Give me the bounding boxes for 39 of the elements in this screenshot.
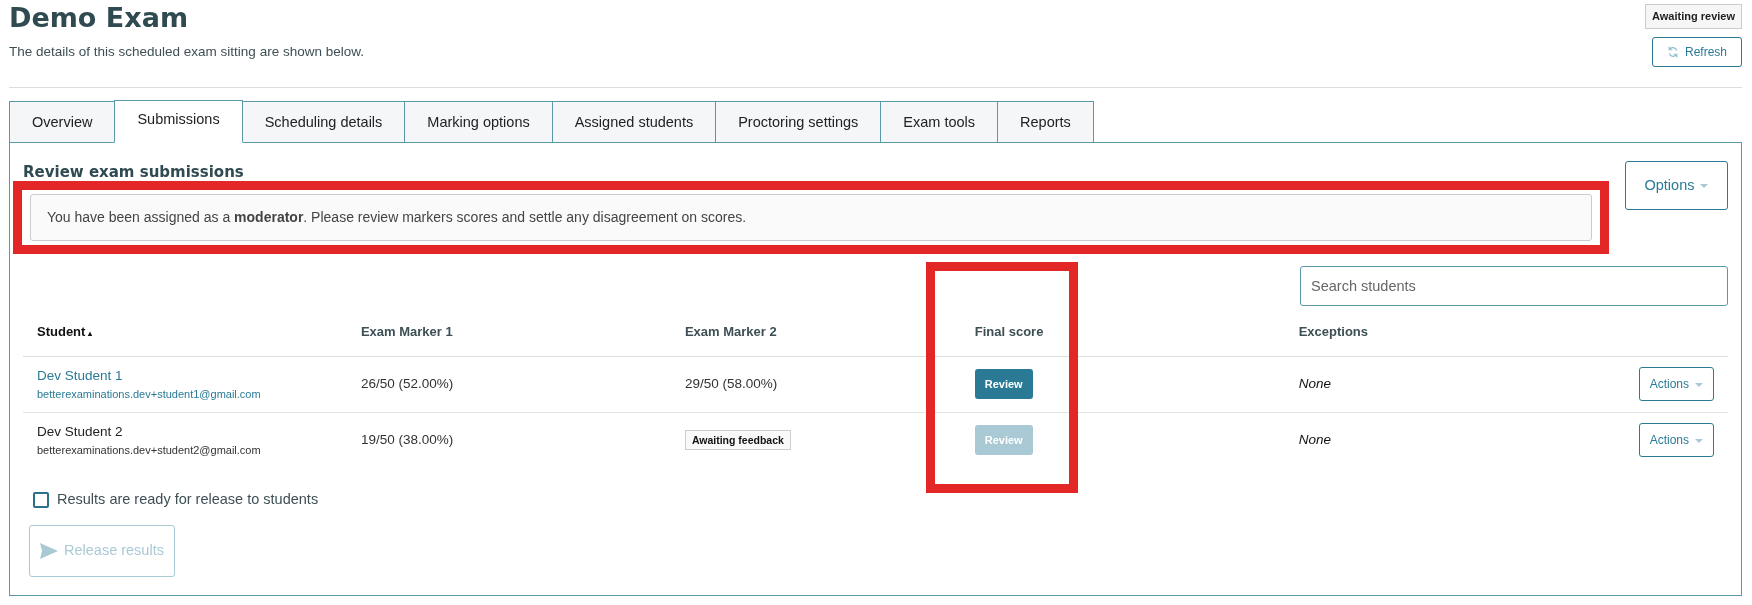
student-email: betterexaminations.dev+student2@gmail.com <box>37 442 262 458</box>
sort-icon: ▴ <box>88 329 93 339</box>
notice-message: You have been assigned as a moderator. Please review markers scores and settle any disagreement on scores. <box>30 194 1592 242</box>
tab[interactable]: Overview <box>9 100 116 143</box>
checkbox[interactable] <box>33 492 49 509</box>
status-badge: Awaiting review <box>1645 4 1742 29</box>
options-button[interactable]: Options <box>1625 161 1728 211</box>
refresh-icon <box>1666 45 1679 58</box>
actions-button[interactable]: Actions <box>1638 422 1714 457</box>
exceptions-text: None <box>1298 431 1331 447</box>
student-email: betterexaminations.dev+student1@gmail.com <box>37 387 262 402</box>
column-header[interactable]: Final score <box>974 324 1044 340</box>
exceptions-text: None <box>1298 376 1331 391</box>
tab[interactable]: Reports <box>997 100 1094 143</box>
send-icon <box>40 542 58 559</box>
status-badge: Awaiting feedback <box>684 429 791 450</box>
column-header[interactable]: Student <box>37 324 86 340</box>
column-header[interactable]: Exam Marker 1 <box>360 324 453 340</box>
tab[interactable]: Assigned students <box>551 100 717 143</box>
tab[interactable]: Submissions <box>114 99 243 144</box>
section-heading: Review exam submissions <box>23 163 245 182</box>
search-field[interactable]: Search students <box>1300 266 1728 307</box>
tab[interactable]: Exam tools <box>880 100 999 143</box>
page-title: Demo Exam <box>9 2 190 35</box>
checkbox-label: Results are ready for release to students <box>57 490 319 510</box>
student-name: Dev Student 2 <box>37 422 124 441</box>
refresh-button[interactable]: Refresh <box>1651 36 1742 67</box>
actions-button[interactable]: Actions <box>1638 367 1714 402</box>
student-name[interactable]: Dev Student 1 <box>37 365 333 386</box>
column-header[interactable]: Exceptions <box>1298 324 1368 340</box>
tab[interactable]: Scheduling details <box>241 100 406 143</box>
review-button[interactable]: Review <box>974 368 1033 400</box>
page-subtitle: The details of this scheduled exam sitting are shown below. <box>9 43 364 62</box>
tab[interactable]: Proctoring settings <box>715 100 882 143</box>
column-header[interactable]: Exam Marker 2 <box>684 324 777 340</box>
score-text: 19/50 (38.00%) <box>360 431 454 447</box>
score-text: 29/50 (58.00%) <box>684 376 778 391</box>
tab[interactable]: Marking options <box>404 100 553 143</box>
score-text: 26/50 (52.00%) <box>360 376 454 391</box>
